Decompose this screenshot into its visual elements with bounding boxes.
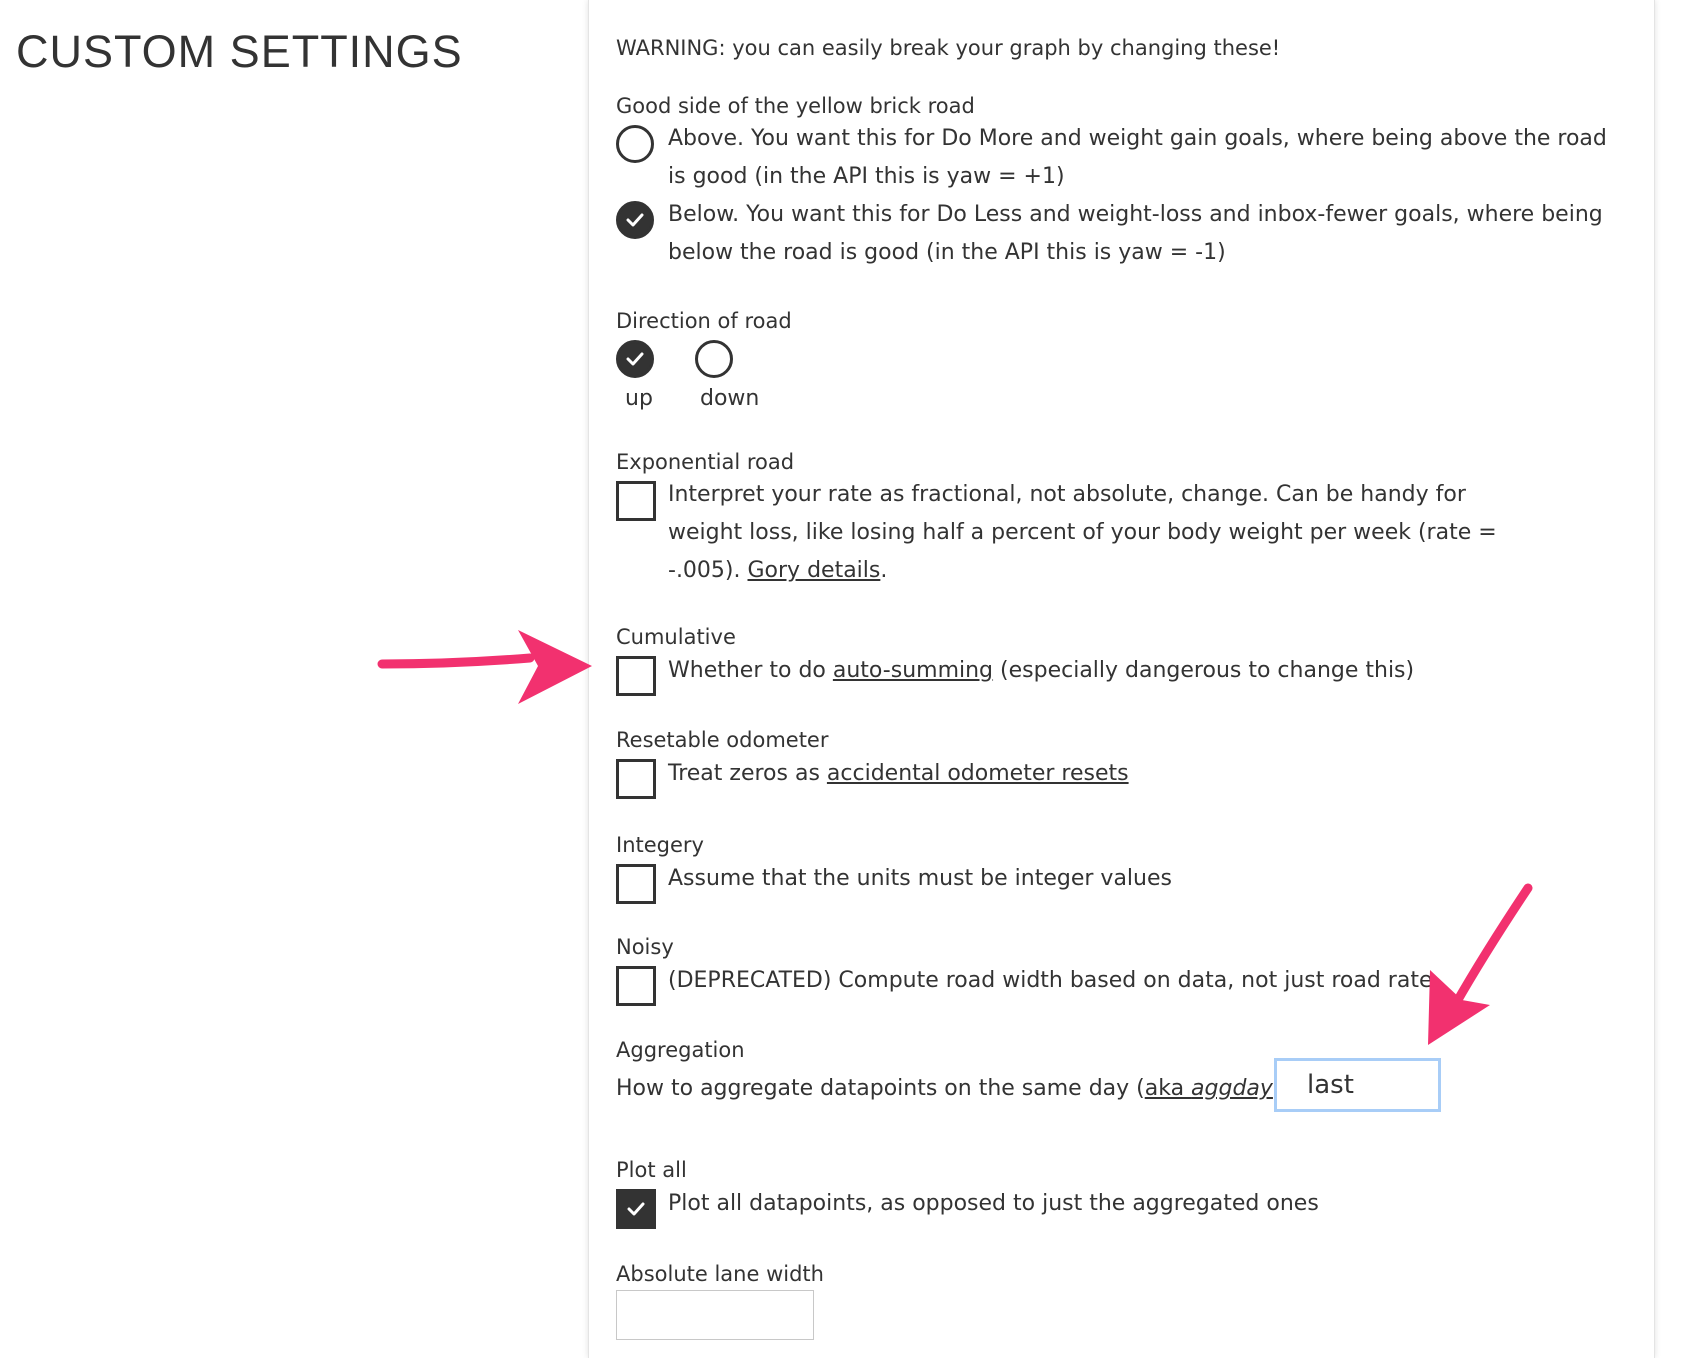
plot-all-checkbox[interactable] (616, 1189, 656, 1229)
aggregation-select[interactable]: last (1274, 1058, 1441, 1112)
direction-down-radio[interactable] (695, 340, 733, 378)
cumulative-heading: Cumulative (616, 625, 736, 649)
arrow-to-cumulative-icon (377, 630, 592, 704)
good-side-below-label[interactable]: Below. You want this for Do Less and wei… (668, 196, 1608, 272)
page-title: CUSTOM SETTINGS (16, 26, 463, 77)
checkmark-icon (626, 352, 644, 366)
checkmark-icon (626, 213, 644, 227)
exponential-label: Interpret your rate as fractional, not a… (668, 476, 1538, 590)
integery-heading: Integery (616, 833, 704, 857)
direction-up-label[interactable]: up (625, 386, 653, 411)
aggregation-text: How to aggregate datapoints on the same … (616, 1076, 1145, 1101)
integery-label: Assume that the units must be integer va… (668, 866, 1172, 891)
cumulative-checkbox[interactable] (616, 656, 656, 696)
aggday-link-prefix: aka (1144, 1076, 1192, 1101)
cumulative-label: Whether to do auto-summing (especially d… (668, 658, 1414, 683)
noisy-checkbox[interactable] (616, 966, 656, 1006)
noisy-label: (DEPRECATED) Compute road width based on… (668, 968, 1433, 993)
cumulative-text: Whether to do (668, 658, 833, 683)
exponential-heading: Exponential road (616, 450, 795, 474)
auto-summing-link[interactable]: auto-summing (833, 658, 993, 683)
aggday-link[interactable]: aka aggday (1145, 1076, 1273, 1101)
odometer-heading: Resetable odometer (616, 728, 829, 752)
gory-details-link[interactable]: Gory details (748, 558, 881, 583)
noisy-heading: Noisy (616, 935, 674, 959)
cumulative-text-after: (especially dangerous to change this) (993, 658, 1415, 683)
warning-text: WARNING: you can easily break your graph… (616, 36, 1281, 60)
plot-all-label: Plot all datapoints, as opposed to just … (668, 1191, 1319, 1216)
odometer-checkbox[interactable] (616, 759, 656, 799)
exponential-period: . (880, 558, 888, 583)
aggregation-label: How to aggregate datapoints on the same … (616, 1076, 1282, 1101)
good-side-above-radio[interactable] (616, 125, 654, 163)
direction-heading: Direction of road (616, 309, 792, 333)
odometer-text: Treat zeros as (668, 761, 827, 786)
integery-checkbox[interactable] (616, 864, 656, 904)
odometer-label: Treat zeros as accidental odometer reset… (668, 761, 1129, 786)
good-side-below-radio[interactable] (616, 201, 654, 239)
aggday-link-italic: aggday (1191, 1076, 1273, 1101)
odometer-resets-link[interactable]: accidental odometer resets (827, 761, 1129, 786)
settings-panel: WARNING: you can easily break your graph… (588, 0, 1655, 1358)
plot-all-heading: Plot all (616, 1158, 687, 1182)
direction-down-label[interactable]: down (700, 386, 759, 411)
lane-width-heading: Absolute lane width (616, 1262, 824, 1286)
lane-width-input[interactable] (616, 1290, 814, 1340)
aggregation-heading: Aggregation (616, 1038, 745, 1062)
exponential-checkbox[interactable] (616, 481, 656, 521)
good-side-above-label[interactable]: Above. You want this for Do More and wei… (668, 120, 1608, 196)
good-side-heading: Good side of the yellow brick road (616, 94, 975, 118)
checkmark-icon (627, 1202, 645, 1216)
direction-up-radio[interactable] (616, 340, 654, 378)
